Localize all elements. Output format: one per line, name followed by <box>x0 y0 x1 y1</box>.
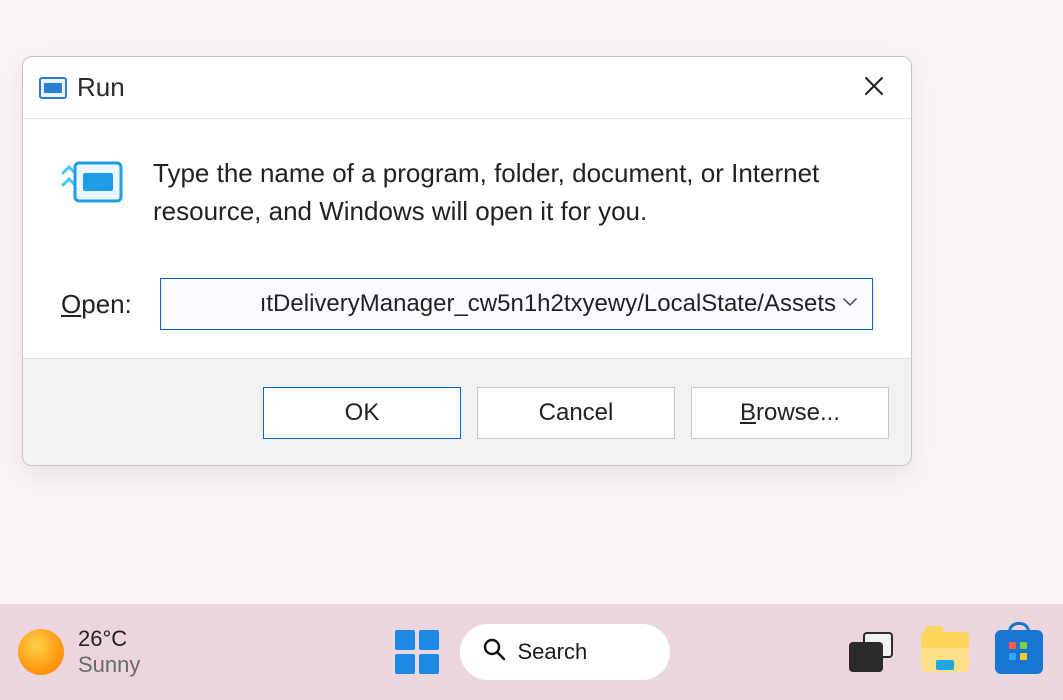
titlebar-left: Run <box>39 72 125 103</box>
taskbar-right <box>845 626 1045 678</box>
windows-logo-icon <box>395 630 439 674</box>
description-row: Type the name of a program, folder, docu… <box>61 155 873 230</box>
chevron-down-icon[interactable] <box>836 291 864 317</box>
open-input[interactable] <box>171 279 836 329</box>
dialog-footer: OK Cancel Browse... <box>23 358 911 465</box>
run-icon <box>39 77 67 99</box>
start-button[interactable] <box>394 629 440 675</box>
store-icon <box>995 630 1043 674</box>
ok-button[interactable]: OK <box>263 387 461 439</box>
browse-button[interactable]: Browse... <box>691 387 889 439</box>
cancel-button[interactable]: Cancel <box>477 387 675 439</box>
weather-temperature: 26°C <box>78 626 140 652</box>
search-icon <box>482 637 506 667</box>
sun-icon <box>18 629 64 675</box>
weather-text: 26°C Sunny <box>78 626 140 678</box>
taskbar: 26°C Sunny Search <box>0 604 1063 700</box>
dialog-description: Type the name of a program, folder, docu… <box>153 155 873 230</box>
task-view-icon <box>849 632 893 672</box>
close-icon <box>863 73 885 103</box>
search-box[interactable]: Search <box>460 624 670 680</box>
dialog-body: Type the name of a program, folder, docu… <box>23 119 911 358</box>
weather-condition: Sunny <box>78 652 140 678</box>
open-label: Open: <box>61 289 132 320</box>
taskbar-center: Search <box>394 624 670 680</box>
microsoft-store-button[interactable] <box>993 626 1045 678</box>
dialog-title: Run <box>77 72 125 103</box>
dialog-titlebar: Run <box>23 57 911 119</box>
close-button[interactable] <box>857 69 891 107</box>
open-combobox[interactable] <box>160 278 873 330</box>
task-view-button[interactable] <box>845 626 897 678</box>
run-dialog: Run Type the name of a program, folder, … <box>22 56 912 466</box>
weather-widget[interactable]: 26°C Sunny <box>18 626 140 678</box>
open-row: Open: <box>61 278 873 330</box>
file-explorer-button[interactable] <box>919 626 971 678</box>
search-label: Search <box>518 639 588 665</box>
run-icon-large <box>61 159 125 214</box>
folder-icon <box>921 632 969 672</box>
